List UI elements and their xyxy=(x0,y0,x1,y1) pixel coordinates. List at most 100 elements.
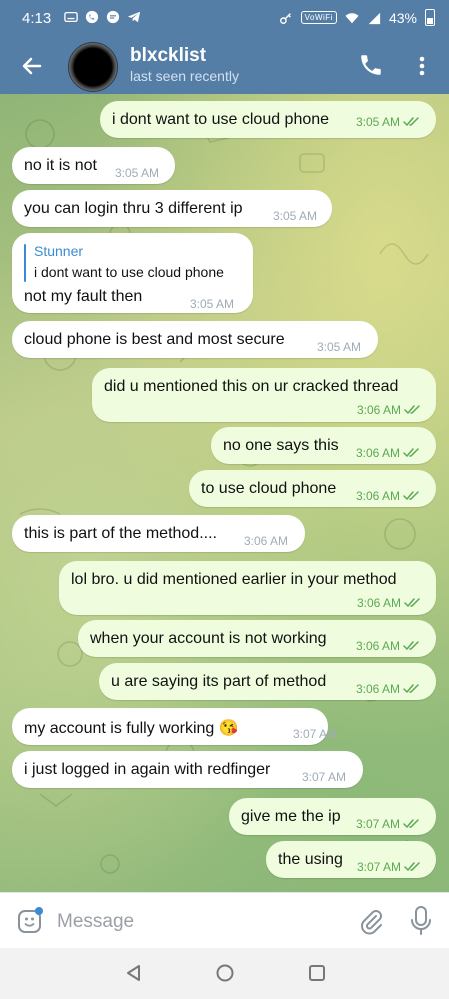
outgoing-message[interactable]: to use cloud phone 3:06 AM xyxy=(189,470,436,507)
more-vertical-icon[interactable] xyxy=(412,52,432,80)
outgoing-message[interactable]: i dont want to use cloud phone 3:05 AM xyxy=(100,101,436,138)
message-text: give me the ip xyxy=(241,808,341,825)
reply-author[interactable]: Stunner xyxy=(34,243,83,259)
incoming-message[interactable]: no it is not 3:05 AM xyxy=(12,147,175,184)
message-text: my account is fully working 😘 xyxy=(24,720,239,737)
home-circle-icon[interactable] xyxy=(214,962,236,984)
message-text: cloud phone is best and most secure xyxy=(24,331,285,348)
telegram-icon xyxy=(127,11,141,23)
message-meta: 3:05 AM xyxy=(273,209,317,223)
status-time: 4:13 xyxy=(22,10,52,27)
message-time: 3:05 AM xyxy=(356,115,401,129)
wifi-icon xyxy=(345,12,359,23)
incoming-message[interactable]: i just logged in again with redfinger 3:0… xyxy=(12,751,363,788)
chat-area[interactable]: i dont want to use cloud phone 3:05 AM no … xyxy=(0,94,449,892)
battery-icon xyxy=(425,9,435,26)
message-time: 3:06 AM xyxy=(356,446,401,460)
message-time: 3:07 AM xyxy=(357,860,402,874)
message-meta: 3:06 AM xyxy=(356,446,421,460)
double-check-icon xyxy=(404,598,420,607)
avatar[interactable] xyxy=(68,42,118,92)
composer xyxy=(0,892,449,949)
microphone-icon[interactable] xyxy=(409,905,433,937)
reply-quote-bar xyxy=(24,244,26,282)
whatsapp-icon xyxy=(85,10,99,24)
message-time: 3:06 AM xyxy=(357,403,402,417)
vowifi-badge: VoWiFi xyxy=(300,11,337,24)
message-input[interactable] xyxy=(55,907,339,937)
status-bar: 4:13 VoWiFi 43% xyxy=(0,0,449,38)
message-text: lol bro. u did mentioned earlier in your… xyxy=(71,571,397,588)
message-time: 3:06 AM xyxy=(356,682,401,696)
message-text: i just logged in again with redfinger xyxy=(24,761,271,778)
outgoing-message[interactable]: the using 3:07 AM xyxy=(266,841,436,878)
incoming-message[interactable]: Stunner i dont want to use cloud phone not… xyxy=(12,233,253,313)
key-icon xyxy=(279,12,291,24)
message-meta: 3:06 AM xyxy=(356,489,421,503)
message-time: 3:07 AM xyxy=(356,817,401,831)
incoming-message[interactable]: my account is fully working 😘 3:07 AM xyxy=(12,708,337,745)
message-time: 3:06 AM xyxy=(356,639,401,653)
outgoing-message[interactable]: no one says this 3:06 AM xyxy=(211,427,436,464)
reply-snippet: i dont want to use cloud phone xyxy=(34,264,224,280)
message-meta: 3:06 AM xyxy=(357,403,422,417)
system-nav-bar xyxy=(0,948,449,999)
message-time: 3:05 AM xyxy=(317,340,362,354)
message-time: 3:05 AM xyxy=(190,297,235,311)
outgoing-message[interactable]: give me the ip 3:07 AM xyxy=(229,798,436,835)
message-text: this is part of the method.... xyxy=(24,525,217,542)
message-time: 3:05 AM xyxy=(273,209,318,223)
phone-icon[interactable] xyxy=(358,52,384,78)
message-text: did u mentioned this on ur cracked threa… xyxy=(104,378,399,395)
recents-square-icon[interactable] xyxy=(306,962,328,984)
message-meta: 3:05 AM xyxy=(115,166,159,180)
chat-header: blxcklist last seen recently xyxy=(0,38,449,94)
message-text: not my fault then xyxy=(24,288,143,305)
message-time: 3:07 AM xyxy=(302,770,347,784)
double-check-icon xyxy=(404,405,420,414)
message-meta: 3:07 AM xyxy=(357,860,422,874)
double-check-icon xyxy=(403,819,419,828)
incoming-message[interactable]: this is part of the method.... 3:06 AM xyxy=(12,515,305,552)
message-time: 3:07 AM xyxy=(293,727,338,741)
chat-title[interactable]: blxcklist xyxy=(130,45,206,67)
chat-bubble-icon xyxy=(106,10,120,24)
message-meta: 3:07 AM xyxy=(302,770,346,784)
message-text: you can login thru 3 different ip xyxy=(24,200,243,217)
sticker-icon[interactable] xyxy=(16,907,44,935)
message-meta: 3:05 AM xyxy=(317,340,361,354)
outgoing-message[interactable]: when your account is not working 3:06 AM xyxy=(78,620,436,657)
message-meta: 3:07 AM xyxy=(356,817,421,831)
outgoing-message[interactable]: u are saying its part of method 3:06 AM xyxy=(99,663,436,700)
signal-icon xyxy=(368,12,381,24)
message-time: 3:06 AM xyxy=(356,489,401,503)
message-text: u are saying its part of method xyxy=(111,673,327,690)
message-meta: 3:06 AM xyxy=(356,682,421,696)
message-time: 3:05 AM xyxy=(115,166,160,180)
outgoing-message[interactable]: lol bro. u did mentioned earlier in your… xyxy=(59,561,436,615)
double-check-icon xyxy=(403,448,419,457)
double-check-icon xyxy=(403,684,419,693)
battery-percent: 43% xyxy=(388,9,417,26)
paperclip-icon[interactable] xyxy=(358,907,384,935)
incoming-message[interactable]: you can login thru 3 different ip 3:05 AM xyxy=(12,190,332,227)
incoming-message[interactable]: cloud phone is best and most secure 3:05 … xyxy=(12,321,378,358)
message-time: 3:06 AM xyxy=(244,534,289,548)
double-check-icon xyxy=(404,862,420,871)
message-meta: 3:06 AM xyxy=(244,534,288,548)
back-triangle-icon[interactable] xyxy=(123,962,145,984)
double-check-icon xyxy=(403,491,419,500)
message-meta: 3:05 AM xyxy=(356,115,421,129)
double-check-icon xyxy=(403,117,419,126)
message-time: 3:06 AM xyxy=(357,596,402,610)
chat-status: last seen recently xyxy=(130,68,239,84)
message-text: no one says this xyxy=(223,437,339,454)
arrow-left-icon[interactable] xyxy=(18,52,46,80)
outgoing-message[interactable]: did u mentioned this on ur cracked threa… xyxy=(92,368,436,422)
message-text: to use cloud phone xyxy=(201,480,337,497)
keyboard-icon xyxy=(64,11,78,23)
message-text: no it is not xyxy=(24,157,97,174)
message-meta: 3:06 AM xyxy=(356,639,421,653)
double-check-icon xyxy=(403,641,419,650)
message-text: i dont want to use cloud phone xyxy=(112,111,330,128)
